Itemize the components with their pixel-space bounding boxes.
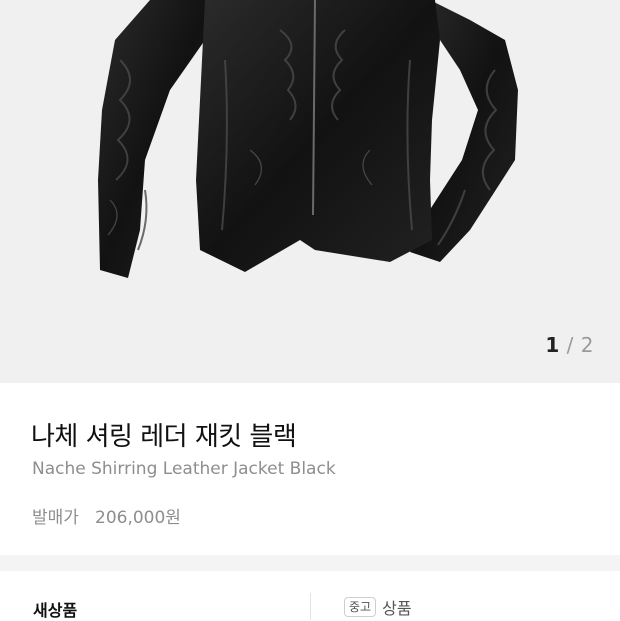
release-price-value: 206,000원 bbox=[95, 508, 181, 528]
product-subtitle: Nache Shirring Leather Jacket Black bbox=[32, 459, 336, 479]
product-image-gallery[interactable]: 1 / 2 bbox=[0, 0, 620, 383]
condition-tabs: 새상품 중고 상품 bbox=[0, 571, 620, 620]
tab-used-product[interactable]: 중고 상품 bbox=[344, 595, 412, 619]
page-separator: / bbox=[566, 333, 574, 357]
tab-divider bbox=[310, 593, 311, 620]
jacket-image bbox=[98, 0, 518, 278]
tab-new-product[interactable]: 새상품 bbox=[33, 597, 77, 621]
product-title: 나체 셔링 레더 재킷 블랙 bbox=[31, 422, 297, 452]
tab-used-label: 상품 bbox=[382, 599, 412, 618]
section-divider bbox=[0, 555, 620, 571]
image-pager: 1 / 2 bbox=[545, 333, 594, 357]
total-pages: 2 bbox=[580, 333, 594, 357]
used-badge: 중고 bbox=[344, 597, 377, 617]
release-price-label: 발매가 bbox=[32, 508, 79, 528]
current-page: 1 bbox=[545, 333, 560, 357]
product-info: 나체 셔링 레더 재킷 블랙 Nache Shirring Leather Ja… bbox=[0, 383, 620, 555]
